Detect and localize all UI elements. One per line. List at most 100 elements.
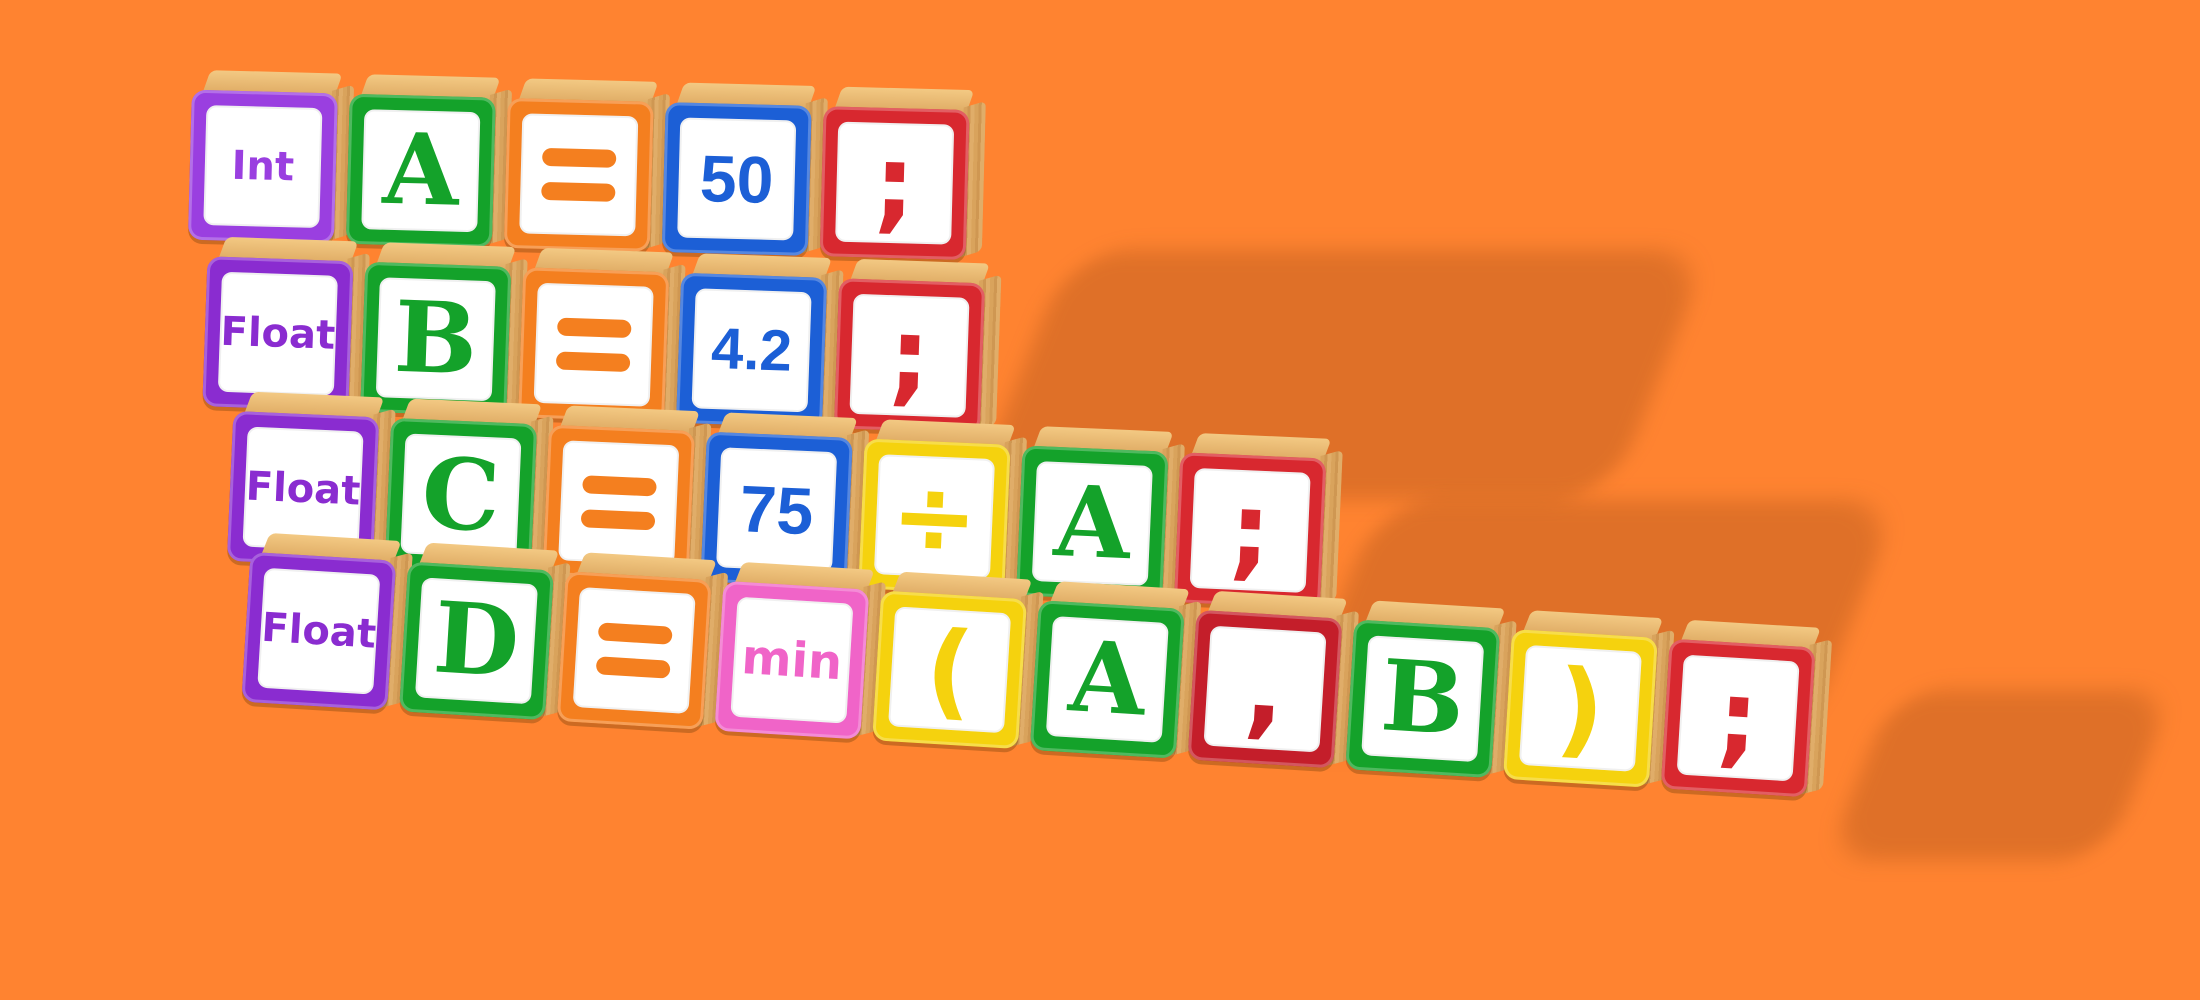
block-panel: min — [730, 596, 854, 724]
block-int: Int — [187, 70, 355, 246]
block-front-face: Int — [187, 89, 338, 244]
block-panel — [533, 282, 654, 407]
block-label: Float — [244, 463, 362, 515]
block-front-face: ; — [1660, 638, 1816, 798]
block-open-paren: ( — [872, 571, 1044, 752]
block-label: B — [1377, 638, 1468, 759]
block-label: , — [1241, 626, 1289, 752]
block-d: D — [399, 542, 571, 723]
block-panel: B — [1361, 635, 1485, 763]
block-front-face — [503, 97, 654, 252]
block-label: Float — [219, 308, 336, 359]
block-panel: , — [1203, 625, 1327, 753]
block-label — [595, 622, 673, 679]
block-panel: A — [1045, 616, 1169, 743]
block-panel: ; — [835, 121, 955, 245]
block-label: min — [739, 629, 844, 692]
block-panel: ) — [1518, 644, 1642, 772]
block-label: ) — [1552, 646, 1608, 771]
block-a: A — [1029, 580, 1202, 761]
block-label: C — [419, 436, 503, 555]
block-label: A — [1065, 619, 1149, 739]
block-front-face: ; — [1173, 452, 1327, 609]
block-panel: 4.2 — [691, 288, 812, 413]
wooden-blocks-scene: Int A 50; Float B 4.2; Float C 75 ÷ A; Float Dmin… — [0, 0, 2200, 1000]
block-front-face: Float — [202, 256, 354, 412]
block-front-face: ( — [872, 590, 1028, 750]
block-panel: B — [375, 277, 496, 402]
block-front-face: ; — [819, 106, 970, 260]
block-a: A — [1016, 425, 1185, 603]
block-row-int-a: Int A 50; — [187, 70, 986, 263]
block-comma: , — [1187, 590, 1360, 771]
block-semicolon: ; — [1173, 432, 1343, 610]
block-front-face: B — [1345, 619, 1501, 779]
block-front-face: A — [345, 93, 496, 248]
block-panel: 50 — [677, 117, 797, 241]
block-front-face: , — [1187, 609, 1343, 769]
block-panel: ; — [849, 293, 970, 418]
block-panel: ÷ — [873, 453, 996, 580]
block-equals — [503, 78, 670, 254]
block-label — [580, 475, 657, 531]
block-a: A — [345, 74, 513, 250]
block-front-face — [518, 267, 670, 423]
block-semicolon: ; — [833, 258, 1002, 435]
block-semicolon: ; — [1660, 619, 1833, 800]
block-panel: D — [414, 577, 539, 705]
block-label — [555, 317, 632, 373]
block-front-face — [556, 571, 712, 730]
block-equals — [556, 551, 729, 732]
block-panel: ; — [1189, 467, 1311, 593]
block-b: B — [1345, 599, 1517, 780]
block-panel: ( — [888, 606, 1012, 734]
block-label: ( — [922, 607, 978, 733]
block-front-face: D — [399, 561, 554, 721]
block-front-face: 4.2 — [676, 272, 828, 428]
block-panel: A — [1031, 461, 1153, 586]
block-label: ; — [886, 294, 933, 418]
block-front-face: min — [714, 580, 870, 740]
block-label: Int — [231, 142, 295, 191]
block-panel: ; — [1676, 654, 1800, 782]
blocks-shadow — [1825, 690, 2175, 860]
block-front-face: Float — [241, 551, 397, 711]
block-50: 50 — [661, 82, 828, 258]
block-semicolon: ; — [819, 86, 986, 262]
block-label: D — [430, 580, 523, 701]
block-front-face: 50 — [661, 102, 812, 256]
block-panel: Float — [217, 271, 338, 396]
block-panel: Int — [203, 105, 323, 229]
block-float: Float — [241, 532, 413, 713]
block-4-2: 4.2 — [676, 253, 844, 430]
block-label: ; — [1713, 655, 1763, 781]
block-label: 75 — [738, 471, 815, 549]
block-front-face: B — [360, 261, 512, 417]
block-label: 4.2 — [710, 315, 794, 384]
block-close-paren: ) — [1502, 609, 1675, 790]
block-equals — [518, 247, 686, 424]
block-panel — [519, 113, 639, 237]
block-b: B — [360, 242, 528, 419]
block-label: Float — [260, 604, 378, 658]
block-label — [541, 147, 617, 202]
block-panel: A — [361, 109, 481, 233]
block-front-face: ) — [1502, 629, 1658, 788]
block-panel — [558, 440, 680, 566]
block-label: ; — [872, 121, 918, 245]
block-front-face: ; — [833, 278, 986, 434]
block-panel: Float — [257, 567, 381, 695]
block-label: A — [1051, 463, 1133, 583]
block-label: 50 — [699, 141, 775, 217]
block-label: B — [392, 279, 480, 398]
block-label: A — [381, 111, 461, 229]
block-panel — [572, 587, 696, 714]
block-panel: 75 — [716, 447, 838, 573]
block-min: min — [714, 561, 886, 742]
block-label: ÷ — [888, 453, 981, 580]
block-front-face: A — [1016, 445, 1169, 602]
block-label: ; — [1226, 468, 1274, 593]
block-panel: C — [400, 433, 522, 559]
block-front-face: A — [1029, 600, 1185, 759]
block-float: Float — [202, 236, 370, 413]
